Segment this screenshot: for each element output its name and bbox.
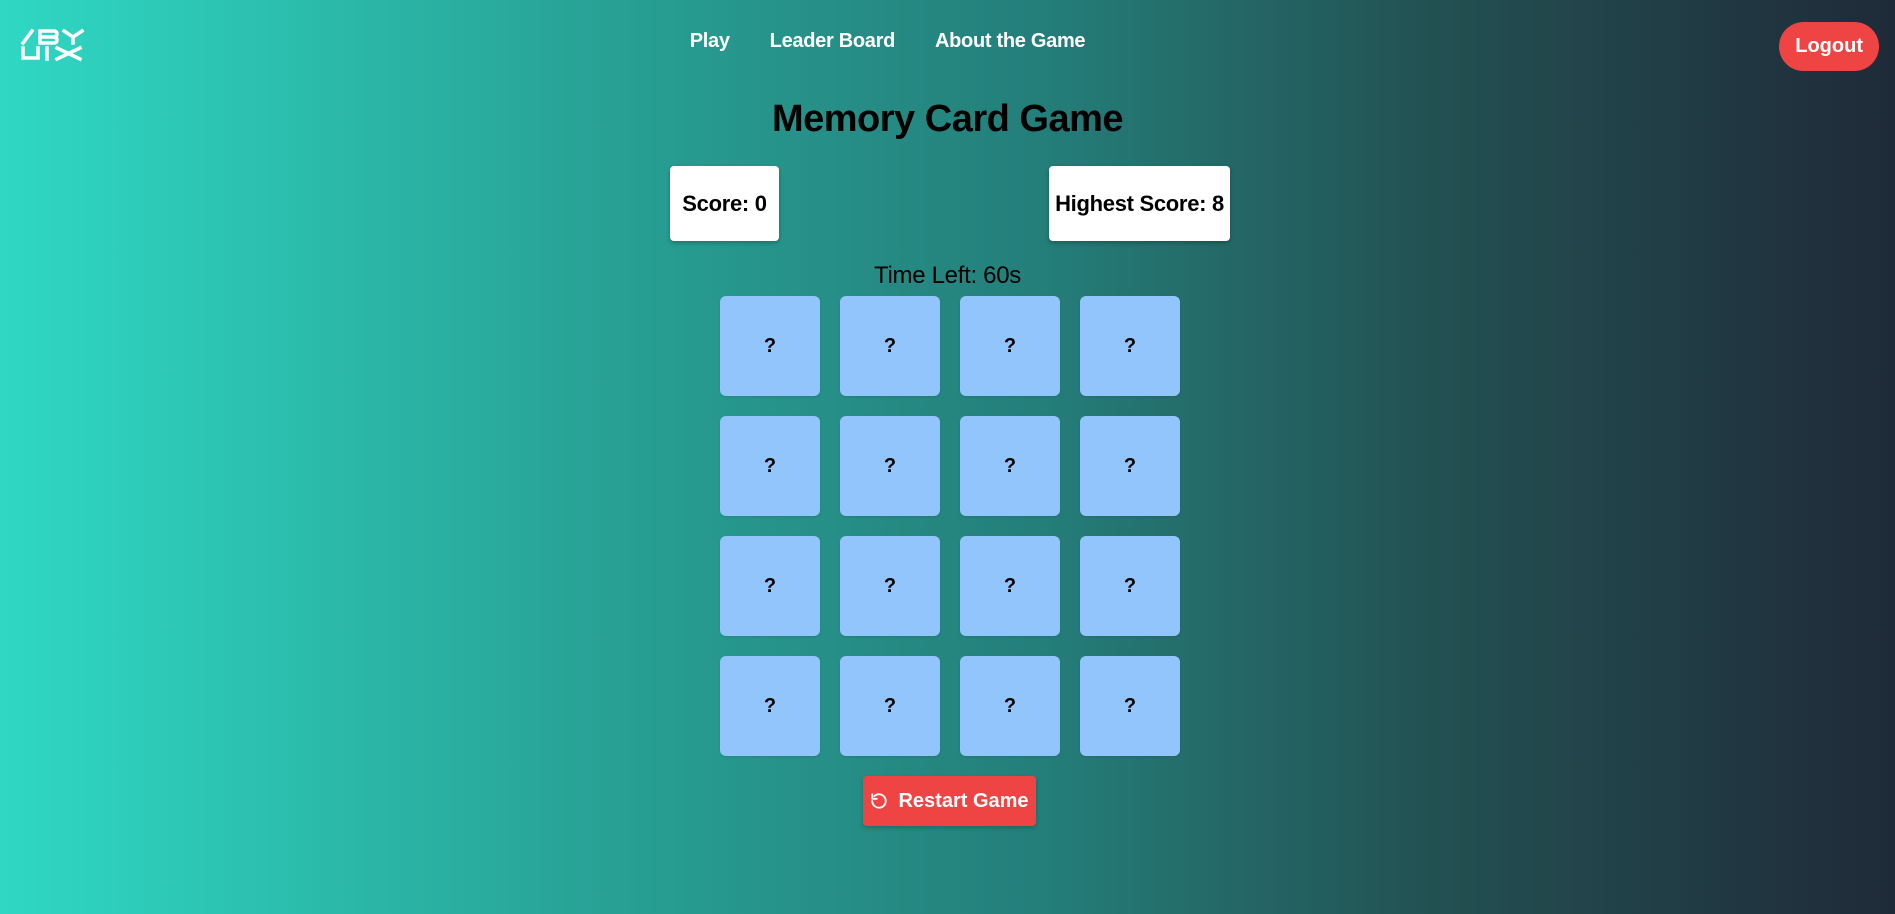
- nav-play[interactable]: Play: [690, 30, 730, 53]
- card[interactable]: ?: [1080, 656, 1180, 756]
- card[interactable]: ?: [960, 416, 1060, 516]
- card[interactable]: ?: [720, 536, 820, 636]
- score-display: Score: 0: [670, 166, 779, 241]
- header: Play Leader Board About the Game Logout: [0, 0, 1895, 90]
- card[interactable]: ?: [720, 296, 820, 396]
- card[interactable]: ?: [840, 536, 940, 636]
- card[interactable]: ?: [960, 536, 1060, 636]
- logout-button[interactable]: Logout: [1779, 22, 1879, 71]
- card[interactable]: ?: [720, 656, 820, 756]
- card[interactable]: ?: [960, 656, 1060, 756]
- page-title: Memory Card Game: [771, 98, 1124, 140]
- nav-leader-board[interactable]: Leader Board: [770, 30, 896, 53]
- card[interactable]: ?: [840, 416, 940, 516]
- card[interactable]: ?: [960, 296, 1060, 396]
- main-nav: Play Leader Board About the Game: [0, 30, 1895, 53]
- time-left: Time Left: 60s: [874, 262, 1021, 289]
- card-grid: ? ? ? ? ? ? ? ? ? ? ? ? ? ? ? ?: [720, 296, 1180, 756]
- restart-game-button[interactable]: Restart Game: [863, 776, 1036, 826]
- highest-score-display: Highest Score: 8: [1049, 166, 1230, 241]
- card[interactable]: ?: [840, 296, 940, 396]
- card[interactable]: ?: [720, 416, 820, 516]
- nav-about-the-game[interactable]: About the Game: [935, 30, 1086, 53]
- logo[interactable]: [20, 28, 104, 62]
- restart-game-label: Restart Game: [898, 789, 1029, 812]
- card[interactable]: ?: [1080, 296, 1180, 396]
- card[interactable]: ?: [840, 656, 940, 756]
- card[interactable]: ?: [1080, 416, 1180, 516]
- rotate-ccw-icon: [871, 793, 888, 809]
- card[interactable]: ?: [1080, 536, 1180, 636]
